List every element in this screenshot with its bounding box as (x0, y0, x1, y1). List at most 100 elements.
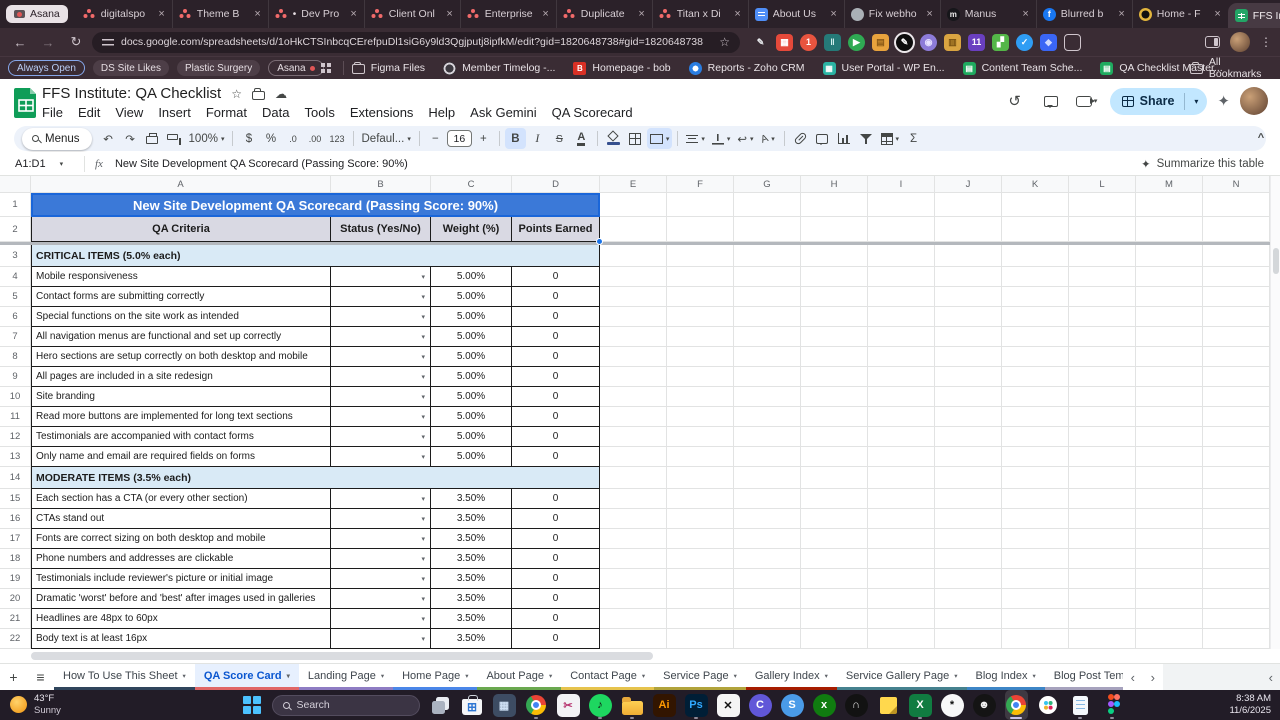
cell-H10[interactable] (801, 387, 868, 407)
tab-group-chip-always-open[interactable]: Always Open (8, 60, 85, 76)
row-header-22[interactable]: 22 (0, 629, 31, 649)
pen-extension-icon[interactable]: ✎ (752, 34, 769, 51)
insert-comment-button[interactable] (812, 128, 833, 149)
cell-B21[interactable]: ▾ (331, 609, 431, 629)
strikethrough-button[interactable]: S (549, 128, 570, 149)
browser-tab-about-us[interactable]: About Us × (748, 0, 844, 28)
cell-I17[interactable] (868, 529, 935, 549)
row-header-1[interactable]: 1 (0, 193, 31, 217)
cell-H11[interactable] (801, 407, 868, 427)
cell-J8[interactable] (935, 347, 1002, 367)
sheet-tab-how-to-use-this-sheet[interactable]: How To Use This Sheet ▾ (54, 664, 195, 690)
cell-M16[interactable] (1136, 509, 1203, 529)
chat-face-app-icon[interactable]: ☻ (972, 690, 996, 720)
dropdown-icon[interactable]: ▾ (421, 333, 425, 341)
cell-A19[interactable]: Testimonials include reviewer's picture … (31, 569, 331, 589)
green-vine-extension-icon[interactable]: ▞ (992, 33, 1009, 51)
snipping-tool-icon[interactable]: ✂ (556, 690, 580, 720)
cell-A18[interactable]: Phone numbers and addresses are clickabl… (31, 549, 331, 569)
cell-J15[interactable] (935, 489, 1002, 509)
caret-icon[interactable]: ▾ (642, 672, 645, 680)
cell-K10[interactable] (1002, 387, 1069, 407)
cell-I16[interactable] (868, 509, 935, 529)
bookmark-reports-zoho-crm[interactable]: Reports - Zoho CRM (688, 61, 805, 75)
bookmark-user-portal-wp-en[interactable]: ▦ User Portal - WP En... (822, 61, 945, 75)
cell-H1[interactable] (801, 193, 868, 217)
column-header-J[interactable]: J (935, 176, 1002, 193)
row-header-16[interactable]: 16 (0, 509, 31, 529)
column-header-M[interactable]: M (1136, 176, 1203, 193)
menu-qa-scorecard[interactable]: QA Scorecard (552, 105, 633, 120)
cell-B22[interactable]: ▾ (331, 629, 431, 649)
grid-corner[interactable] (0, 176, 31, 193)
cell-G6[interactable] (734, 307, 801, 327)
cell-D6[interactable]: 0 (512, 307, 600, 327)
menu-format[interactable]: Format (206, 105, 247, 120)
cell-G7[interactable] (734, 327, 801, 347)
cell-H18[interactable] (801, 549, 868, 569)
cell-C16[interactable]: 3.50% (431, 509, 512, 529)
side-panel-icon[interactable] (1205, 36, 1220, 48)
cell-G14[interactable] (734, 467, 801, 489)
cell-C8[interactable]: 5.00% (431, 347, 512, 367)
cell-B13[interactable]: ▾ (331, 447, 431, 467)
dropdown-icon[interactable]: ▾ (421, 615, 425, 623)
row-header-3[interactable]: 3 (0, 245, 31, 267)
site-controls-icon[interactable] (102, 36, 114, 48)
cell-F16[interactable] (667, 509, 734, 529)
cell-M10[interactable] (1136, 387, 1203, 407)
version-history-icon[interactable]: ↺ (1002, 88, 1028, 114)
cell-B2[interactable]: Status (Yes/No) (331, 217, 431, 242)
cell-M7[interactable] (1136, 327, 1203, 347)
bold-button[interactable]: B (504, 128, 526, 149)
caret-icon[interactable]: ▾ (1033, 672, 1036, 680)
sheet-tab-home-page[interactable]: Home Page ▾ (393, 664, 478, 690)
dropdown-icon[interactable]: ▾ (421, 433, 425, 441)
row-header-9[interactable]: 9 (0, 367, 31, 387)
cell-E15[interactable] (600, 489, 667, 509)
cell-H6[interactable] (801, 307, 868, 327)
row-header-11[interactable]: 11 (0, 407, 31, 427)
cell-A16[interactable]: CTAs stand out (31, 509, 331, 529)
chatgpt-icon[interactable]: * (940, 690, 964, 720)
cell-D18[interactable]: 0 (512, 549, 600, 569)
cell-B10[interactable]: ▾ (331, 387, 431, 407)
file-explorer-icon[interactable] (621, 690, 644, 720)
cell-J5[interactable] (935, 287, 1002, 307)
cell-A4[interactable]: Mobile responsiveness (31, 267, 331, 287)
cell-M14[interactable] (1136, 467, 1203, 489)
cell-H13[interactable] (801, 447, 868, 467)
cell-E3[interactable] (600, 245, 667, 267)
cell-K7[interactable] (1002, 327, 1069, 347)
cell-E19[interactable] (600, 569, 667, 589)
cell-G13[interactable] (734, 447, 801, 467)
tab-close-icon[interactable]: × (254, 8, 260, 20)
cell-M3[interactable] (1136, 245, 1203, 267)
cell-K18[interactable] (1002, 549, 1069, 569)
dropdown-icon[interactable]: ▾ (421, 373, 425, 381)
cell-H20[interactable] (801, 589, 868, 609)
dropdown-icon[interactable]: ▾ (421, 635, 425, 643)
cell-K15[interactable] (1002, 489, 1069, 509)
scroll-tabs-right-icon[interactable]: › (1143, 664, 1163, 690)
cell-B17[interactable]: ▾ (331, 529, 431, 549)
cell-E21[interactable] (600, 609, 667, 629)
column-header-G[interactable]: G (734, 176, 801, 193)
excel-icon[interactable]: X (908, 690, 932, 720)
cell-F14[interactable] (667, 467, 734, 489)
cell-D22[interactable]: 0 (512, 629, 600, 649)
cell-I8[interactable] (868, 347, 935, 367)
cell-J19[interactable] (935, 569, 1002, 589)
dropdown-icon[interactable]: ▾ (421, 273, 425, 281)
dropdown-icon[interactable]: ▾ (421, 313, 425, 321)
cell-G20[interactable] (734, 589, 801, 609)
tab-close-icon[interactable]: × (446, 8, 452, 20)
cell-M9[interactable] (1136, 367, 1203, 387)
cell-L7[interactable] (1069, 327, 1136, 347)
cell-C11[interactable]: 5.00% (431, 407, 512, 427)
tab-close-icon[interactable]: × (1214, 8, 1220, 20)
cell-L17[interactable] (1069, 529, 1136, 549)
row-header-18[interactable]: 18 (0, 549, 31, 569)
cell-J11[interactable] (935, 407, 1002, 427)
cell-D7[interactable]: 0 (512, 327, 600, 347)
